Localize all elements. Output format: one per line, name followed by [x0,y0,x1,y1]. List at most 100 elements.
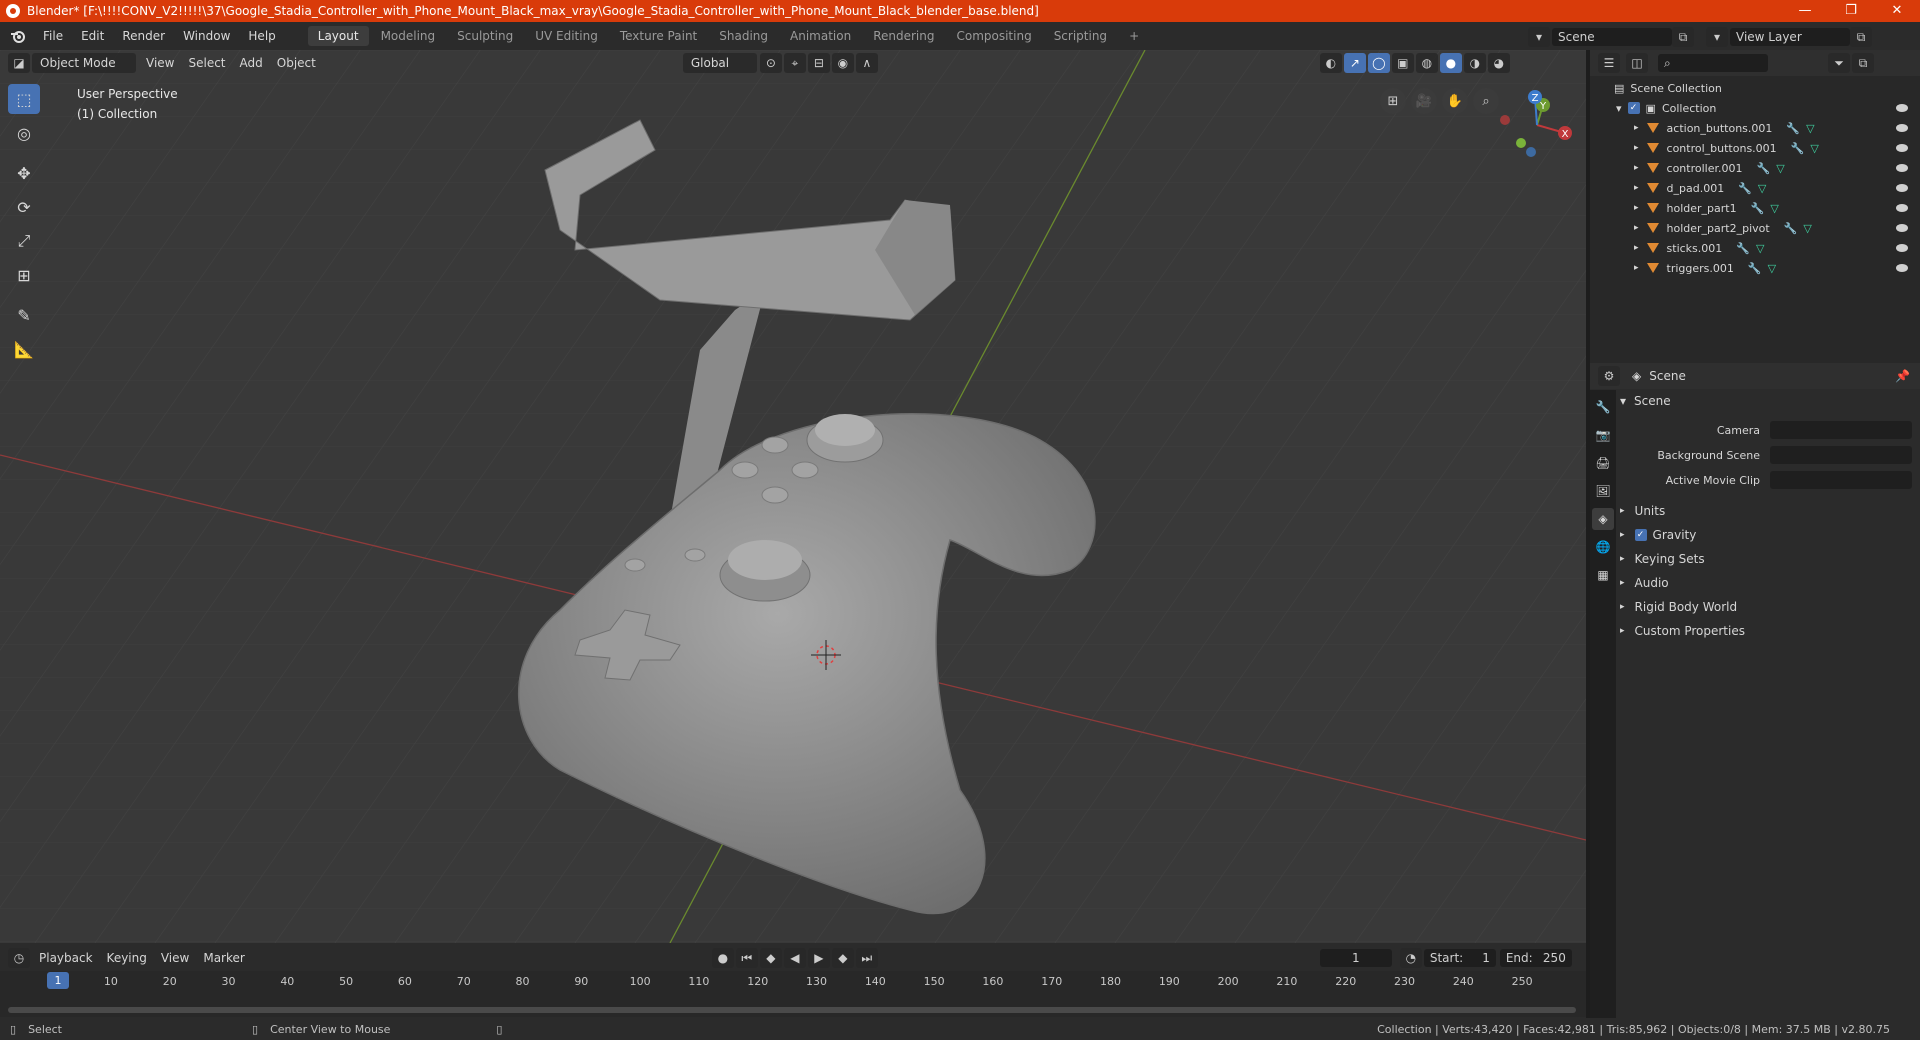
3d-viewport[interactable] [0,50,1586,943]
mesh-data-icon[interactable]: ▽ [1756,242,1764,255]
outliner-object-row[interactable]: ▸ holder_part2_pivot 🔧 ▽ [1590,218,1920,238]
wireframe-shading-icon[interactable]: ◍ [1415,53,1438,73]
properties-section-header[interactable]: ▸ Rigid Body World [1620,596,1912,618]
camera-icon[interactable]: 🎥 [1411,88,1437,114]
start-frame-field[interactable]: Start: 1 [1423,949,1496,967]
jump-keyframe-back-icon[interactable]: ◆ [759,948,782,968]
toggle-camera-view-icon[interactable]: ⊞ [1380,88,1406,114]
transform-tool-icon[interactable]: ⊞ [8,260,40,290]
eye-icon[interactable] [1896,244,1908,252]
render-tab-icon[interactable]: 📷 [1592,424,1614,446]
workspace-tab-modeling[interactable]: Modeling [371,26,446,46]
outliner-editor-type-icon[interactable]: ☰ [1598,53,1620,73]
expand-object-icon[interactable]: ▸ [1634,143,1639,153]
properties-section-header[interactable]: ▸ Audio [1620,572,1912,594]
solid-shading-icon[interactable]: ● [1439,53,1462,73]
texture-tab-icon[interactable]: ▦ [1592,564,1614,586]
expand-object-icon[interactable]: ▸ [1634,263,1639,273]
material-shading-icon[interactable]: ◑ [1463,53,1486,73]
outliner-scene-collection[interactable]: ▤ Scene Collection [1590,78,1920,98]
expand-object-icon[interactable]: ▸ [1634,123,1639,133]
eye-icon[interactable] [1896,124,1908,132]
timeline-menu-view[interactable]: View [154,948,196,968]
modifier-wrench-icon[interactable]: 🔧 [1757,162,1771,175]
move-tool-icon[interactable]: ✥ [8,158,40,188]
transform-orientation-selector[interactable]: Global [682,53,757,73]
jump-start-icon[interactable]: ⏮ [735,948,758,968]
scene-tab-icon[interactable]: ◈ [1592,508,1614,530]
mesh-data-icon[interactable]: ▽ [1776,162,1784,175]
background-scene-field[interactable] [1770,446,1912,464]
view-layer-field[interactable]: View Layer [1730,28,1850,46]
play-reverse-icon[interactable]: ◀ [783,948,806,968]
new-view-layer-icon[interactable]: ⧉ [1850,27,1872,47]
scene-name-field[interactable]: Scene [1552,28,1672,46]
properties-section-header[interactable]: ▸ Units [1620,500,1912,522]
jump-keyframe-forward-icon[interactable]: ◆ [831,948,854,968]
mode-selector[interactable]: Object Mode [32,53,136,73]
proportional-edit-icon[interactable]: ◉ [831,53,854,73]
workspace-tab-rendering[interactable]: Rendering [863,26,944,46]
xray-icon[interactable]: ▣ [1391,53,1414,73]
rendered-shading-icon[interactable]: ◕ [1487,53,1510,73]
workspace-tab-shading[interactable]: Shading [709,26,778,46]
view-layer-selector-icon[interactable]: ▾ [1706,27,1728,47]
tool-tab-icon[interactable]: 🔧 [1592,396,1614,418]
outliner-object-row[interactable]: ▸ controller.001 🔧 ▽ [1590,158,1920,178]
viewport-menu-select[interactable]: Select [181,53,232,73]
editor-type-icon[interactable]: ◪ [8,53,30,73]
mesh-data-icon[interactable]: ▽ [1768,262,1776,275]
properties-section-header[interactable]: ▸ Custom Properties [1620,620,1912,642]
outliner-object-row[interactable]: ▸ action_buttons.001 🔧 ▽ [1590,118,1920,138]
workspace-tab-sculpting[interactable]: Sculpting [447,26,523,46]
menu-file[interactable]: File [34,29,72,43]
outliner-object-row[interactable]: ▸ triggers.001 🔧 ▽ [1590,258,1920,278]
eye-icon[interactable] [1896,104,1908,112]
modifier-wrench-icon[interactable]: 🔧 [1748,262,1762,275]
active-movie-clip-field[interactable] [1770,471,1912,489]
view-layer-tab-icon[interactable]: 🖼 [1592,480,1614,502]
modifier-wrench-icon[interactable]: 🔧 [1751,202,1765,215]
eye-icon[interactable] [1896,184,1908,192]
pivot-point-icon[interactable]: ⊙ [759,53,782,73]
mesh-data-icon[interactable]: ▽ [1758,182,1766,195]
mesh-data-icon[interactable]: ▽ [1810,142,1818,155]
jump-end-icon[interactable]: ⏭ [855,948,878,968]
maximize-button[interactable]: ❐ [1828,0,1874,22]
annotate-tool-icon[interactable]: ✎ [8,300,40,330]
new-collection-icon[interactable]: ⧉ [1852,53,1874,73]
expand-object-icon[interactable]: ▸ [1634,243,1639,253]
measure-tool-icon[interactable]: 📐 [8,334,40,364]
modifier-wrench-icon[interactable]: 🔧 [1786,122,1800,135]
modifier-wrench-icon[interactable]: 🔧 [1736,242,1750,255]
workspace-tab-uv-editing[interactable]: UV Editing [525,26,608,46]
viewport-menu-add[interactable]: Add [233,53,270,73]
collection-include-checkbox[interactable]: ✓ [1627,102,1640,114]
timeline-editor-type-icon[interactable]: ◷ [8,948,30,968]
expand-object-icon[interactable]: ▸ [1634,163,1639,173]
expand-object-icon[interactable]: ▸ [1634,183,1639,193]
mesh-data-icon[interactable]: ▽ [1803,222,1811,235]
expand-object-icon[interactable]: ▸ [1634,203,1639,213]
timeline-menu-marker[interactable]: Marker [196,948,251,968]
workspace-tab-texture-paint[interactable]: Texture Paint [610,26,707,46]
gravity-checkbox[interactable]: ✓ [1634,529,1647,541]
filter-icon[interactable]: ⏷ [1828,53,1850,73]
workspace-tab-animation[interactable]: Animation [780,26,861,46]
end-frame-field[interactable]: End: 250 [1499,949,1572,967]
timeline-ruler[interactable]: 1 10 20 30 40 50 60 70 80 90 100 110 120 130 140 150 16… [0,971,1586,1017]
blender-menu-icon[interactable] [10,28,26,44]
properties-section-header[interactable]: ▸ Keying Sets [1620,548,1912,570]
eye-icon[interactable] [1896,144,1908,152]
pan-hand-icon[interactable]: ✋ [1442,88,1468,114]
new-scene-icon[interactable]: ⧉ [1672,27,1694,47]
falloff-icon[interactable]: ∧ [855,53,878,73]
expand-object-icon[interactable]: ▸ [1634,223,1639,233]
properties-section-header[interactable]: ▸ ✓ Gravity [1620,524,1912,546]
workspace-tab-scripting[interactable]: Scripting [1044,26,1117,46]
overlay-toggle-icon[interactable]: ◯ [1367,53,1390,73]
outliner-object-row[interactable]: ▸ d_pad.001 🔧 ▽ [1590,178,1920,198]
properties-editor-type-icon[interactable]: ⚙ [1598,366,1620,386]
pin-icon[interactable]: 📌 [1895,369,1910,383]
expand-collection-icon[interactable]: ▾ [1616,102,1622,115]
